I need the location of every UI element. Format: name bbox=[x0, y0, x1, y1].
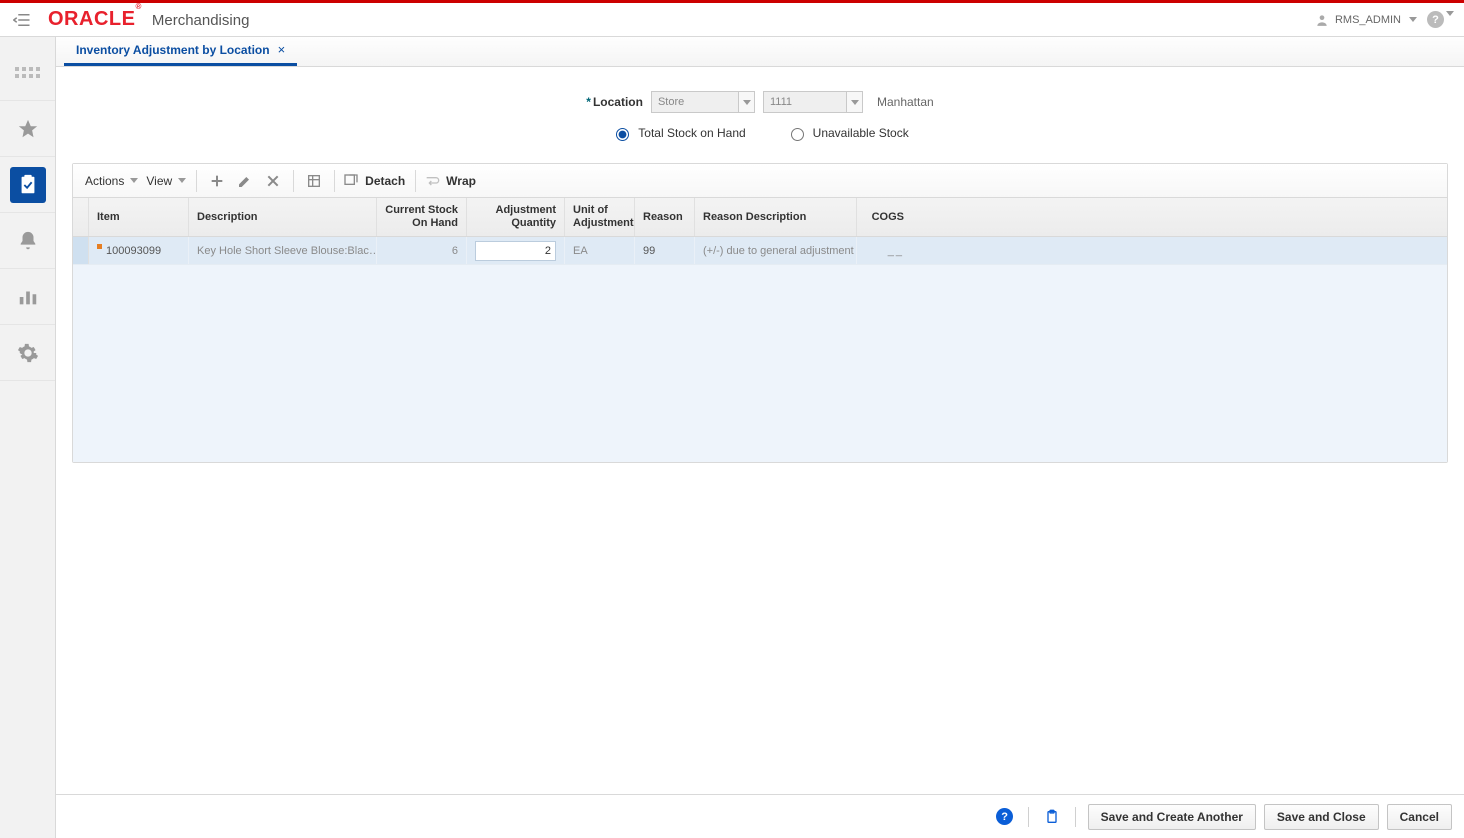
table-body: 100093099 Key Hole Short Sleeve Blouse:B… bbox=[73, 237, 1447, 462]
user-label: RMS_ADMIN bbox=[1335, 14, 1401, 26]
col-item[interactable]: Item bbox=[89, 198, 189, 236]
col-reason-desc[interactable]: Reason Description bbox=[695, 198, 857, 236]
table-toolbar: Actions View bbox=[73, 164, 1447, 198]
col-cogs[interactable]: COGS bbox=[857, 198, 912, 236]
chevron-down-icon bbox=[1409, 17, 1417, 22]
page-footer: ? Save and Create Another Save and Close… bbox=[56, 794, 1464, 838]
save-and-close-button[interactable]: Save and Close bbox=[1264, 804, 1379, 830]
location-id-lov[interactable]: 1111 bbox=[763, 91, 863, 113]
row-handle-header bbox=[73, 198, 89, 236]
location-type-select[interactable]: Store bbox=[651, 91, 755, 113]
close-icon[interactable]: × bbox=[278, 42, 286, 57]
divider bbox=[1075, 807, 1076, 827]
brand-oracle: ORACLE® bbox=[48, 8, 142, 31]
cell-item: 100093099 bbox=[89, 237, 189, 264]
location-type-value: Store bbox=[658, 96, 684, 108]
detach-button[interactable]: Detach bbox=[361, 174, 409, 188]
radio-unavailable-stock[interactable]: Unavailable Stock bbox=[786, 125, 909, 141]
chevron-down-icon bbox=[178, 178, 186, 183]
help-menu[interactable]: ? bbox=[1427, 11, 1454, 28]
global-menu-icon[interactable] bbox=[10, 8, 34, 32]
row-handle[interactable] bbox=[73, 237, 89, 264]
cell-reason: 99 bbox=[635, 237, 695, 264]
location-filter: *Location Store 1111 Manhattan bbox=[72, 91, 1448, 113]
rail-apps[interactable] bbox=[0, 45, 55, 101]
stock-radio-group: Total Stock on Hand Unavailable Stock bbox=[72, 125, 1448, 141]
delete-row-button[interactable] bbox=[259, 167, 287, 195]
adj-qty-input[interactable] bbox=[475, 241, 556, 261]
table-row[interactable]: 100093099 Key Hole Short Sleeve Blouse:B… bbox=[73, 237, 1447, 265]
bell-icon bbox=[10, 223, 46, 259]
actions-menu[interactable]: Actions bbox=[81, 174, 142, 188]
required-dot-icon bbox=[97, 244, 102, 249]
tab-inventory-adjustment[interactable]: Inventory Adjustment by Location × bbox=[64, 36, 297, 66]
brand-module: Merchandising bbox=[152, 12, 250, 29]
tabstrip: Inventory Adjustment by Location × bbox=[56, 37, 1464, 67]
global-header: ORACLE® Merchandising RMS_ADMIN ? bbox=[0, 3, 1464, 37]
cell-current-stock: 6 bbox=[377, 237, 467, 264]
cell-adj-qty bbox=[467, 237, 565, 264]
chevron-down-icon bbox=[851, 100, 859, 105]
col-current-stock[interactable]: Current StockOn Hand bbox=[377, 198, 467, 236]
tab-label: Inventory Adjustment by Location bbox=[76, 43, 270, 57]
save-and-create-another-button[interactable]: Save and Create Another bbox=[1088, 804, 1256, 830]
left-rail bbox=[0, 37, 56, 838]
help-icon: ? bbox=[996, 808, 1013, 825]
clipboard-check-icon bbox=[10, 167, 46, 203]
chevron-down-icon bbox=[743, 100, 751, 105]
radio-total-input[interactable] bbox=[616, 128, 629, 141]
col-uom[interactable]: Unit ofAdjustment bbox=[565, 198, 635, 236]
cell-description: Key Hole Short Sleeve Blouse:Blac… bbox=[189, 237, 377, 264]
gear-icon bbox=[10, 335, 46, 371]
cell-cogs: __ bbox=[857, 237, 912, 264]
export-button[interactable] bbox=[300, 167, 328, 195]
location-label: Location bbox=[593, 95, 643, 109]
rail-tasks[interactable] bbox=[0, 157, 55, 213]
adjustments-table-panel: Actions View bbox=[72, 163, 1448, 463]
location-id-value: 1111 bbox=[770, 96, 792, 108]
col-description[interactable]: Description bbox=[189, 198, 377, 236]
rail-favorites[interactable] bbox=[0, 101, 55, 157]
wrap-icon bbox=[422, 167, 442, 195]
required-indicator: * bbox=[586, 95, 591, 109]
add-row-button[interactable] bbox=[203, 167, 231, 195]
footer-clipboard-button[interactable] bbox=[1041, 806, 1063, 828]
chevron-down-icon bbox=[1446, 11, 1454, 16]
apps-icon bbox=[15, 67, 40, 78]
col-adj-qty[interactable]: AdjustmentQuantity bbox=[467, 198, 565, 236]
cell-reason-desc: (+/-) due to general adjustment bbox=[695, 237, 857, 264]
footer-help-button[interactable]: ? bbox=[994, 806, 1016, 828]
radio-total-stock[interactable]: Total Stock on Hand bbox=[611, 125, 745, 141]
detach-icon bbox=[341, 167, 361, 195]
rail-settings[interactable] bbox=[0, 325, 55, 381]
help-icon: ? bbox=[1427, 11, 1444, 28]
rail-reports[interactable] bbox=[0, 269, 55, 325]
col-reason[interactable]: Reason bbox=[635, 198, 695, 236]
star-icon bbox=[10, 111, 46, 147]
bar-chart-icon bbox=[10, 279, 46, 315]
cancel-button[interactable]: Cancel bbox=[1387, 804, 1452, 830]
user-menu[interactable]: RMS_ADMIN bbox=[1315, 13, 1417, 27]
rail-notifications[interactable] bbox=[0, 213, 55, 269]
radio-unavail-input[interactable] bbox=[791, 128, 804, 141]
brand: ORACLE® Merchandising bbox=[48, 8, 249, 31]
user-icon bbox=[1315, 13, 1329, 27]
view-menu[interactable]: View bbox=[142, 174, 190, 188]
wrap-button[interactable]: Wrap bbox=[442, 174, 480, 188]
table-header: Item Description Current StockOn Hand Ad… bbox=[73, 198, 1447, 237]
chevron-down-icon bbox=[130, 178, 138, 183]
cell-uom: EA bbox=[565, 237, 635, 264]
divider bbox=[1028, 807, 1029, 827]
location-name: Manhattan bbox=[877, 95, 934, 109]
edit-row-button[interactable] bbox=[231, 167, 259, 195]
